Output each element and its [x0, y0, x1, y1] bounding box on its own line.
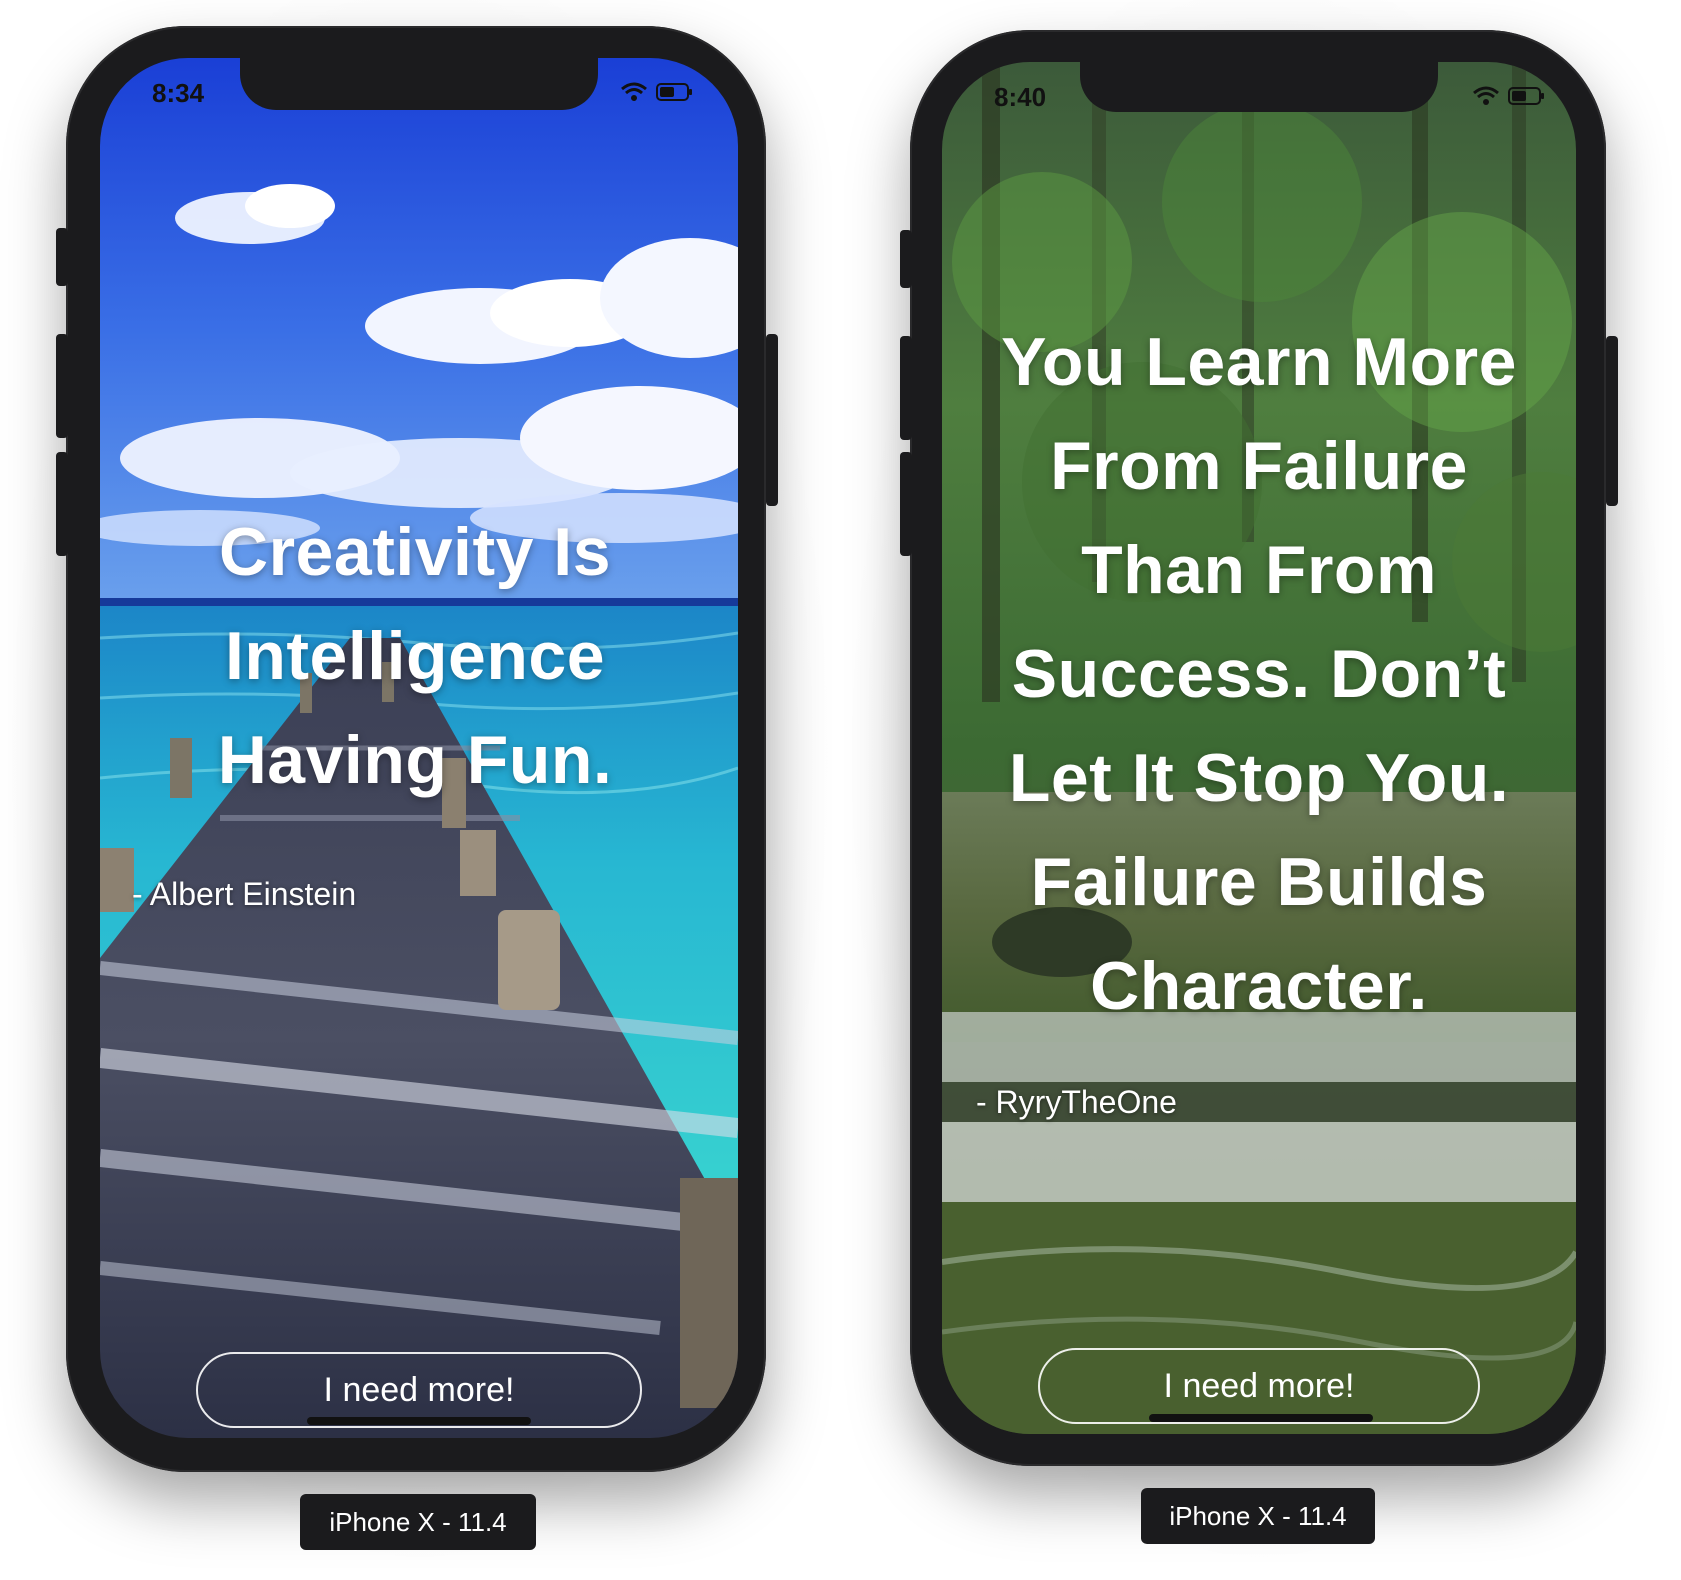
need-more-button[interactable]: I need more!: [1038, 1348, 1480, 1424]
screen-right: 8:40 You Learn More From Failure Than Fr…: [942, 62, 1576, 1434]
battery-icon: [656, 83, 692, 101]
volume-up-right: [900, 336, 912, 440]
power-button-right: [1606, 336, 1618, 506]
device-label-left: iPhone X - 11.4: [300, 1494, 536, 1550]
home-indicator: [1149, 1414, 1373, 1422]
quote-author: - Albert Einstein: [132, 876, 357, 912]
mute-switch-left: [56, 228, 68, 286]
screen-left: 8:34 Creativity Is Intelligence Having F…: [100, 58, 738, 1438]
notch: [1080, 62, 1438, 112]
volume-down-left: [56, 452, 68, 556]
power-button-left: [766, 334, 778, 506]
status-icons: [620, 82, 694, 102]
battery-icon: [1508, 87, 1544, 105]
notch: [240, 58, 598, 110]
status-time: 8:34: [152, 78, 205, 108]
volume-down-right: [900, 452, 912, 556]
status-icons: [1472, 86, 1546, 106]
quote-author: - RyryTheOne: [976, 1084, 1177, 1120]
home-indicator: [307, 1417, 531, 1425]
quote-text: You Learn More From Failure Than From Su…: [1001, 324, 1517, 1024]
wifi-icon: [1473, 86, 1499, 105]
device-label-right: iPhone X - 11.4: [1141, 1488, 1375, 1544]
mute-switch-right: [900, 230, 912, 288]
status-time: 8:40: [994, 82, 1047, 112]
wifi-icon: [621, 82, 647, 101]
volume-up-left: [56, 334, 68, 438]
quote-text: Creativity Is Intelligence Having Fun.: [217, 514, 613, 798]
